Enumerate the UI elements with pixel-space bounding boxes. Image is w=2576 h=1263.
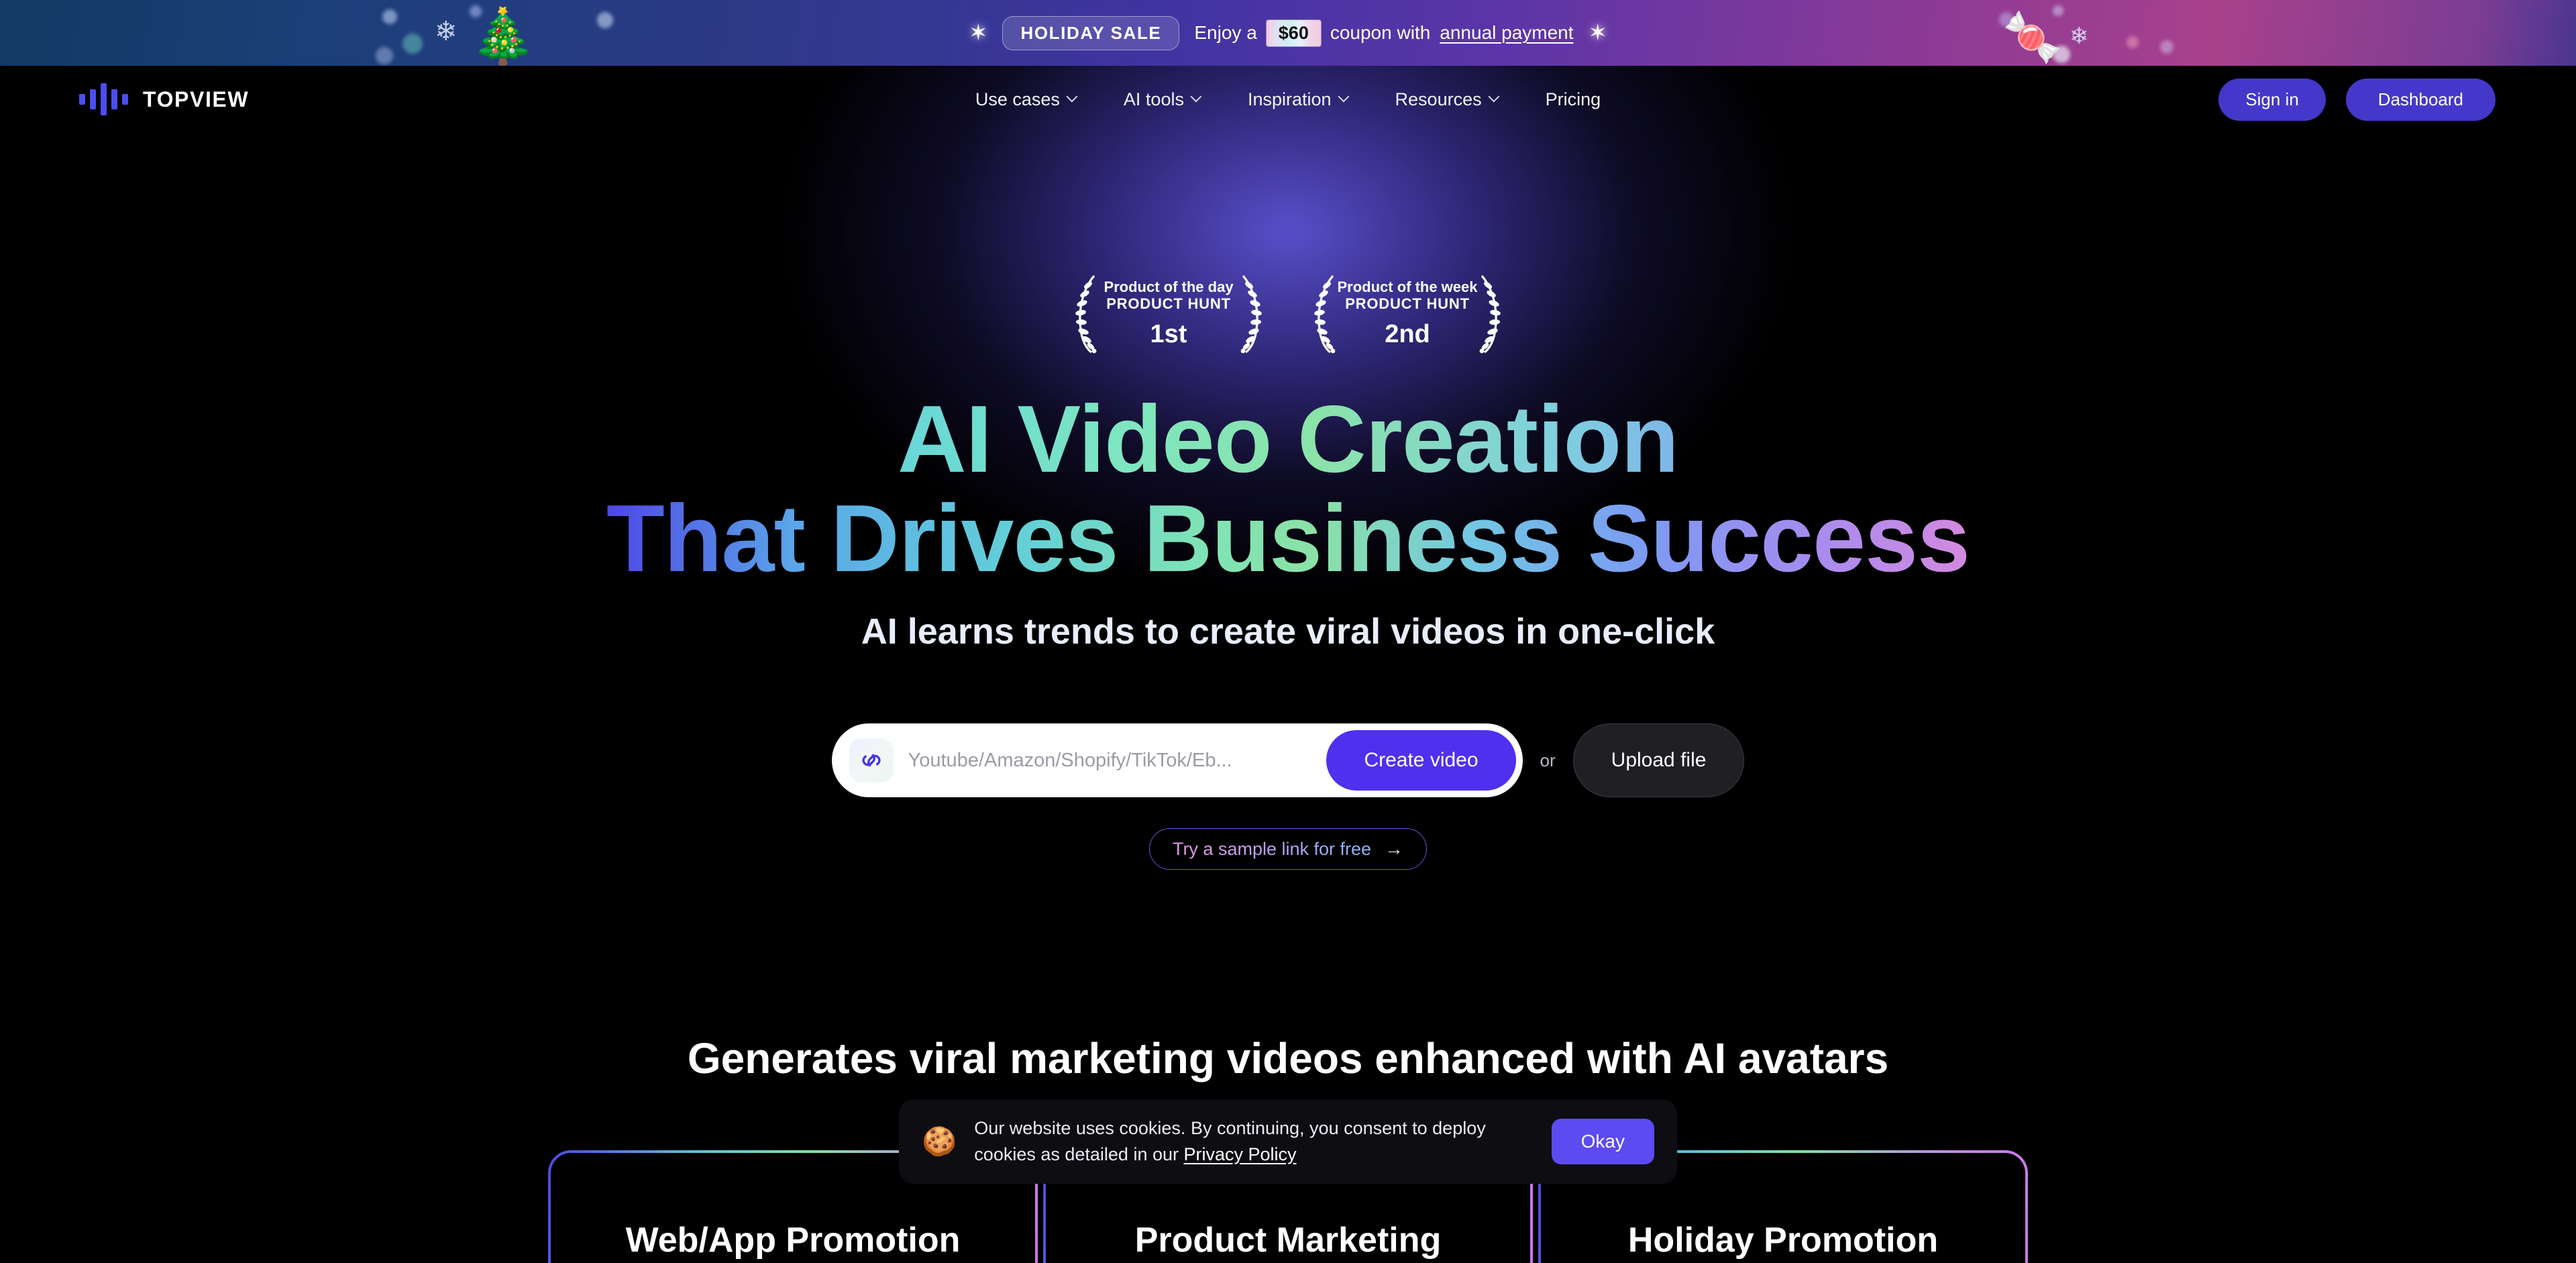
search-input[interactable] <box>893 749 1327 772</box>
nav-label: Use cases <box>975 89 1060 109</box>
nav-item-resources[interactable]: Resources <box>1395 89 1500 110</box>
badge-rank: 2nd <box>1385 320 1430 349</box>
url-input-box[interactable]: Create video <box>831 723 1523 797</box>
hero-section: Product of the day PRODUCT HUNT 1st Prod… <box>0 66 2576 1113</box>
link-icon <box>849 738 894 782</box>
bokeh-dot <box>382 9 397 24</box>
promo-text-middle: coupon with <box>1330 22 1431 43</box>
product-hunt-badges: Product of the day PRODUCT HUNT 1st Prod… <box>1068 267 1508 361</box>
nav-label: Inspiration <box>1247 89 1332 109</box>
nav-actions: Sign in Dashboard <box>2218 78 2496 121</box>
sparkle-icon: ✶ <box>1588 20 1608 46</box>
snowflake-icon: ❄ <box>435 17 458 46</box>
annual-payment-link[interactable]: annual payment <box>1440 22 1573 44</box>
bokeh-dot <box>1999 12 2014 27</box>
cookie-message: Our website uses cookies. By continuing,… <box>974 1115 1534 1168</box>
headline-line-1: AI Video Creation <box>606 392 1970 487</box>
nav-label: Resources <box>1395 89 1482 109</box>
or-separator: or <box>1540 750 1556 770</box>
cookie-icon: 🍪 <box>922 1125 957 1157</box>
sample-link-label: Try a sample link for free <box>1172 838 1372 859</box>
bokeh-dot <box>2053 46 2070 63</box>
cookie-consent-banner: 🍪 Our website uses cookies. By continuin… <box>899 1099 1677 1184</box>
chevron-down-icon <box>1340 93 1350 103</box>
main-nav-menu: Use cases AI tools Inspiration Resources… <box>975 89 1601 110</box>
bokeh-dot <box>2160 40 2174 54</box>
dashboard-button[interactable]: Dashboard <box>2345 78 2496 121</box>
card-title: Product Marketing <box>1134 1221 1442 1260</box>
features-title: Generates viral marketing videos enhance… <box>687 1034 1889 1082</box>
brand-name: TOPVIEW <box>143 87 250 111</box>
bokeh-dot <box>402 34 423 54</box>
nav-label: Pricing <box>1545 89 1601 109</box>
badge-line1: Product of the day <box>1104 278 1234 295</box>
privacy-policy-link[interactable]: Privacy Policy <box>1184 1144 1297 1164</box>
topview-logo-icon <box>79 81 128 118</box>
badge-line2: PRODUCT HUNT <box>1106 295 1231 313</box>
laurel-icon <box>1479 274 1501 354</box>
product-hunt-badge-day: Product of the day PRODUCT HUNT 1st <box>1068 267 1269 361</box>
badge-line1: Product of the week <box>1337 278 1478 295</box>
brand-logo[interactable]: TOPVIEW <box>79 81 249 118</box>
cookie-okay-button[interactable]: Okay <box>1551 1119 1654 1164</box>
holiday-sale-badge: HOLIDAY SALE <box>1002 15 1180 50</box>
bokeh-dot <box>496 42 510 55</box>
nav-item-use-cases[interactable]: Use cases <box>975 89 1078 110</box>
bokeh-dot <box>2053 5 2063 16</box>
page-title: AI Video Creation That Drives Business S… <box>606 392 1970 587</box>
snowflake-icon: ❄ <box>2070 23 2089 49</box>
card-title: Holiday Promotion <box>1627 1221 1939 1260</box>
promo-text-before: Enjoy a <box>1194 22 1257 43</box>
chevron-down-icon <box>1068 93 1078 103</box>
sign-in-button[interactable]: Sign in <box>2218 78 2326 121</box>
create-video-button[interactable]: Create video <box>1326 730 1516 791</box>
hero-subheadline: AI learns trends to create viral videos … <box>861 611 1715 652</box>
laurel-icon <box>1240 274 1262 354</box>
promo-banner: ❄ ❄ 🎄 🍬 ✶ HOLIDAY SALE Enjoy a $60 coupo… <box>0 0 2576 66</box>
nav-item-inspiration[interactable]: Inspiration <box>1248 89 1350 110</box>
chevron-down-icon <box>1490 93 1500 103</box>
bokeh-dot <box>470 5 482 17</box>
upload-file-button[interactable]: Upload file <box>1572 723 1745 797</box>
top-navigation: TOPVIEW Use cases AI tools Inspiration R… <box>0 66 2576 133</box>
nav-item-ai-tools[interactable]: AI tools <box>1124 89 1202 110</box>
nav-label: AI tools <box>1123 89 1184 109</box>
candy-cane-icon: 🍬 <box>2002 11 2063 64</box>
promo-message: Enjoy a $60 coupon with annual payment <box>1194 19 1574 46</box>
laurel-icon <box>1075 274 1097 354</box>
coupon-amount-chip: $60 <box>1266 19 1321 46</box>
christmas-tree-icon: 🎄 <box>470 6 537 66</box>
laurel-icon <box>1314 274 1336 354</box>
bokeh-dot <box>597 12 613 28</box>
headline-line-2: That Drives Business Success <box>606 485 1970 592</box>
nav-item-pricing[interactable]: Pricing <box>1546 89 1601 110</box>
chevron-down-icon <box>1192 93 1202 103</box>
badge-rank: 1st <box>1150 320 1187 349</box>
try-sample-link-button[interactable]: Try a sample link for free → <box>1148 828 1428 870</box>
arrow-right-icon: → <box>1385 838 1404 859</box>
sparkle-icon: ✶ <box>968 20 988 46</box>
card-title: Web/App Promotion <box>625 1221 961 1260</box>
cta-row: Create video or Upload file <box>831 723 1745 797</box>
bokeh-dot <box>376 47 393 64</box>
bokeh-dot <box>2127 36 2139 48</box>
badge-line2: PRODUCT HUNT <box>1345 295 1470 313</box>
product-hunt-badge-week: Product of the week PRODUCT HUNT 2nd <box>1307 267 1508 361</box>
